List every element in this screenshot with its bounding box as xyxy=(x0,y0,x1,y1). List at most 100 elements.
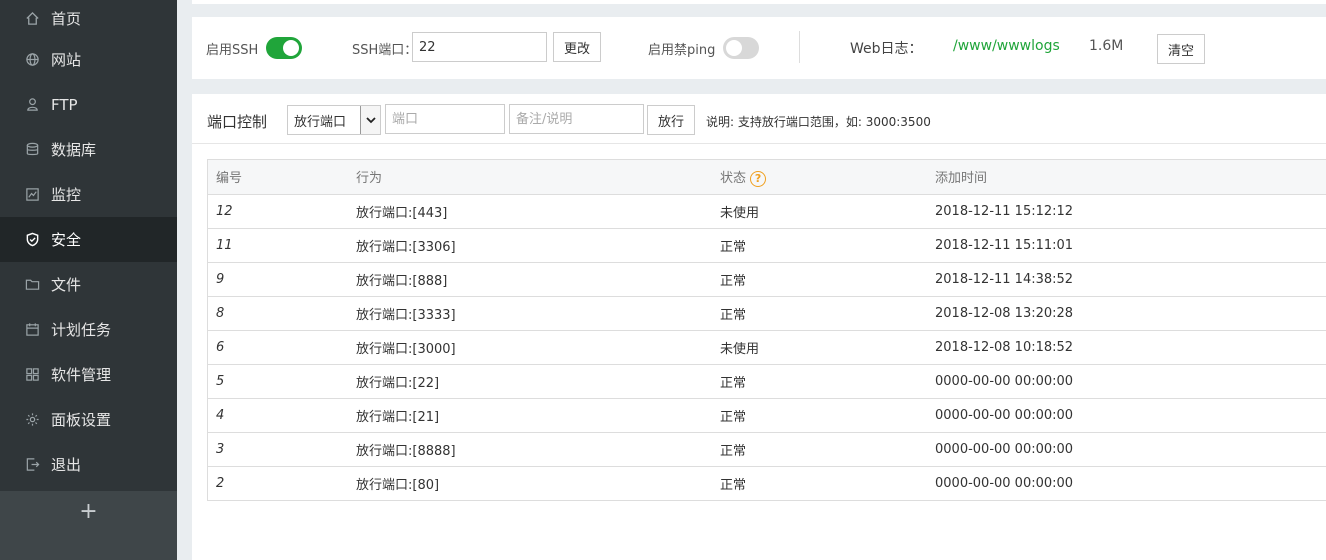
row-status: 正常 xyxy=(712,296,927,331)
row-action: 放行端口:[22] xyxy=(348,364,712,399)
row-action: 放行端口:[888] xyxy=(348,262,712,297)
row-status: 未使用 xyxy=(712,330,927,365)
row-id: 2 xyxy=(216,475,225,491)
sidebar-item-cron[interactable]: 计划任务 xyxy=(0,307,177,352)
row-status: 正常 xyxy=(720,477,747,493)
ping-label: 启用禁ping xyxy=(648,43,716,58)
sidebar-item-panel-settings[interactable]: 面板设置 xyxy=(0,397,177,442)
port-rules-table: 编号 行为 状态? 添加时间 12 放行端口:[443] 未使用 2018-12… xyxy=(207,159,1326,501)
table-row: 11 放行端口:[3306] 正常 2018-12-11 15:11:01 xyxy=(208,228,1326,263)
table-row: 12 放行端口:[443] 未使用 2018-12-11 15:12:12 xyxy=(208,194,1326,229)
globe-icon xyxy=(24,52,40,68)
row-id: 12 xyxy=(208,194,348,229)
sidebar-item-label: 文件 xyxy=(51,276,82,294)
gear-icon xyxy=(24,412,40,428)
table-row: 4 放行端口:[21] 正常 0000-00-00 00:00:00 xyxy=(208,398,1326,433)
row-action: 放行端口:[443] xyxy=(348,194,712,229)
ssh-panel: 启用SSH SSH端口： 更改 启用禁ping Web日志： /www/wwwl… xyxy=(192,17,1326,79)
allow-port-button[interactable]: 放行 xyxy=(647,105,696,135)
row-time: 2018-12-08 13:20:28 xyxy=(927,296,1326,331)
sidebar-item-files[interactable]: 文件 xyxy=(0,262,177,307)
divider xyxy=(192,143,1326,144)
top-strip xyxy=(192,0,1326,4)
sidebar-item-security[interactable]: 安全 xyxy=(0,217,177,262)
table-row: 9 放行端口:[888] 正常 2018-12-11 14:38:52 xyxy=(208,262,1326,297)
ssh-port-label: SSH端口： xyxy=(352,43,418,58)
sidebar-item-label: 安全 xyxy=(51,231,82,249)
row-action: 放行端口:[80] xyxy=(356,477,440,493)
sidebar-item-label: 数据库 xyxy=(51,141,97,159)
row-action: 放行端口:[8888] xyxy=(348,432,712,467)
col-time-header: 添加时间 xyxy=(927,160,1326,195)
port-input[interactable] xyxy=(385,104,505,134)
chevron-down-icon xyxy=(360,106,380,134)
col-action-header: 行为 xyxy=(348,160,712,195)
row-time: 0000-00-00 00:00:00 xyxy=(927,364,1326,399)
home-icon xyxy=(24,11,40,27)
row-id: 3 xyxy=(208,432,348,467)
sidebar-item-ftp[interactable]: FTP xyxy=(0,82,177,127)
row-status: 正常 xyxy=(712,262,927,297)
sidebar-item-monitor[interactable]: 监控 xyxy=(0,172,177,217)
help-icon[interactable]: ? xyxy=(750,170,767,187)
row-status: 正常 xyxy=(712,228,927,263)
table-row: 8 放行端口:[3333] 正常 2018-12-08 13:20:28 xyxy=(208,296,1326,331)
row-action: 放行端口:[21] xyxy=(348,398,712,433)
monitor-icon xyxy=(24,187,40,203)
rule-type-select[interactable]: 放行端口 xyxy=(287,105,381,135)
weblog-label: Web日志： xyxy=(850,41,923,57)
row-id: 6 xyxy=(208,330,348,365)
calendar-icon xyxy=(24,322,40,338)
ssh-enable-label: 启用SSH xyxy=(206,43,259,58)
row-action: 放行端口:[3333] xyxy=(348,296,712,331)
ssh-port-input[interactable] xyxy=(412,32,547,62)
col-id-header: 编号 xyxy=(208,160,348,195)
row-time: 2018-12-11 14:38:52 xyxy=(927,262,1326,297)
row-time: 0000-00-00 00:00:00 xyxy=(935,475,1074,491)
row-time: 0000-00-00 00:00:00 xyxy=(927,398,1326,433)
weblog-path-link[interactable]: /www/wwwlogs xyxy=(953,38,1060,54)
ftp-icon xyxy=(24,97,40,113)
table-row: 3 放行端口:[8888] 正常 0000-00-00 00:00:00 xyxy=(208,432,1326,467)
divider xyxy=(799,31,800,63)
row-action: 放行端口:[3306] xyxy=(348,228,712,263)
col-status-label: 状态 xyxy=(720,171,747,186)
row-time: 0000-00-00 00:00:00 xyxy=(927,432,1326,467)
row-status: 正常 xyxy=(712,364,927,399)
row-action: 放行端口:[3000] xyxy=(348,330,712,365)
logout-icon xyxy=(24,457,40,473)
sidebar-item-database[interactable]: 数据库 xyxy=(0,127,177,172)
shield-icon xyxy=(24,232,40,248)
row-id: 4 xyxy=(208,398,348,433)
add-shortcut-button[interactable]: + xyxy=(0,491,177,531)
sidebar-item-label: 监控 xyxy=(51,186,82,204)
sidebar-item-label: 软件管理 xyxy=(51,366,112,384)
port-hint: 说明: 支持放行端口范围，如: 3000:3500 xyxy=(706,115,931,129)
ping-toggle[interactable] xyxy=(723,37,759,59)
weblog-size: 1.6M xyxy=(1089,38,1124,54)
sidebar-item-label: 网站 xyxy=(51,51,82,69)
select-value: 放行端口 xyxy=(294,114,347,130)
folder-icon xyxy=(24,277,40,293)
note-input[interactable] xyxy=(509,104,644,134)
toggle-knob xyxy=(726,40,742,56)
row-time: 2018-12-11 15:11:01 xyxy=(927,228,1326,263)
clear-log-button[interactable]: 清空 xyxy=(1157,34,1206,64)
sidebar-item-label: 面板设置 xyxy=(51,411,112,429)
sidebar-item-logout[interactable]: 退出 xyxy=(0,442,177,487)
row-status: 正常 xyxy=(712,398,927,433)
row-id: 9 xyxy=(208,262,348,297)
sidebar: 首页 网站 FTP 数据库 监控 安全 文件 计划任务 软件管理 面板设置 退出… xyxy=(0,0,177,560)
database-icon xyxy=(24,142,40,158)
ssh-toggle[interactable] xyxy=(266,37,302,59)
table-row: 2 放行端口:[80] 正常 0000-00-00 00:00:00 xyxy=(208,466,1326,500)
row-status: 正常 xyxy=(712,432,927,467)
table-header-row: 编号 行为 状态? 添加时间 xyxy=(208,160,1326,195)
sidebar-item-home[interactable]: 首页 xyxy=(0,0,177,37)
change-port-button[interactable]: 更改 xyxy=(553,32,602,62)
sidebar-item-label: 首页 xyxy=(51,10,82,28)
col-status-header: 状态? xyxy=(712,160,927,195)
grid-icon xyxy=(24,367,40,383)
sidebar-item-website[interactable]: 网站 xyxy=(0,37,177,82)
sidebar-item-software[interactable]: 软件管理 xyxy=(0,352,177,397)
